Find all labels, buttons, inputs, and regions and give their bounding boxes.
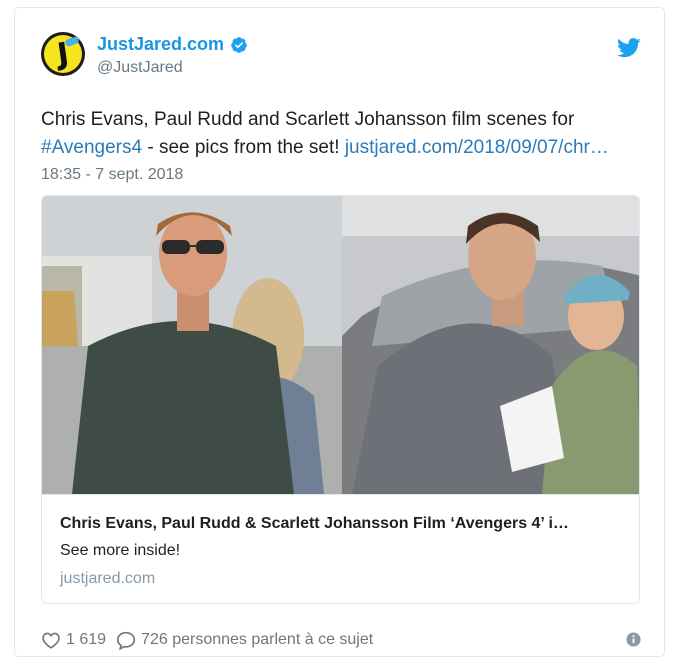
- link-card-description: See more inside!: [60, 542, 181, 559]
- like-action[interactable]: 1 619: [41, 631, 106, 649]
- hashtag-link[interactable]: #Avengers4: [41, 137, 142, 158]
- verified-badge-icon: [230, 36, 248, 54]
- tweet-timestamp[interactable]: 18:35 - 7 sept. 2018: [41, 166, 183, 184]
- tweet-text: Chris Evans, Paul Rudd and Scarlett Joha…: [41, 106, 653, 162]
- speech-bubble-icon[interactable]: [116, 631, 136, 650]
- link-card-body[interactable]: Chris Evans, Paul Rudd & Scarlett Johans…: [42, 494, 639, 603]
- conversation-action[interactable]: 726 personnes parlent à ce sujet: [116, 631, 373, 650]
- tweet-text-part1: Chris Evans, Paul Rudd and Scarlett Joha…: [41, 109, 575, 130]
- conversation-count: 726 personnes parlent à ce sujet: [141, 631, 374, 648]
- heart-icon[interactable]: [41, 631, 61, 649]
- tweet-text-part2: - see pics from the set!: [142, 137, 345, 158]
- tweet-footer: 1 619 726 personnes parlent à ce sujet: [41, 628, 641, 652]
- article-url-link[interactable]: justjared.com/2018/09/07/chr…: [345, 137, 609, 158]
- tweet-embed: J JustJared.com @JustJared Chris Evans, …: [14, 7, 665, 657]
- preview-photos[interactable]: [42, 196, 639, 494]
- author-name-row[interactable]: JustJared.com: [97, 34, 248, 55]
- author-name[interactable]: JustJared.com: [97, 34, 224, 55]
- photo-chris-evans[interactable]: [42, 196, 342, 494]
- like-count: 1 619: [66, 631, 107, 648]
- link-card-domain: justjared.com: [60, 570, 156, 587]
- tweet-header: J JustJared.com @JustJared: [41, 32, 641, 82]
- avatar[interactable]: J: [41, 32, 85, 76]
- avatar-letter: J: [55, 35, 71, 73]
- link-preview-card[interactable]: Chris Evans, Paul Rudd & Scarlett Johans…: [41, 195, 640, 604]
- link-card-title[interactable]: Chris Evans, Paul Rudd & Scarlett Johans…: [60, 515, 625, 533]
- author-handle[interactable]: @JustJared: [97, 59, 183, 77]
- info-icon[interactable]: [626, 632, 641, 647]
- photo-paul-rudd[interactable]: [342, 196, 639, 494]
- twitter-bird-icon[interactable]: [617, 38, 641, 58]
